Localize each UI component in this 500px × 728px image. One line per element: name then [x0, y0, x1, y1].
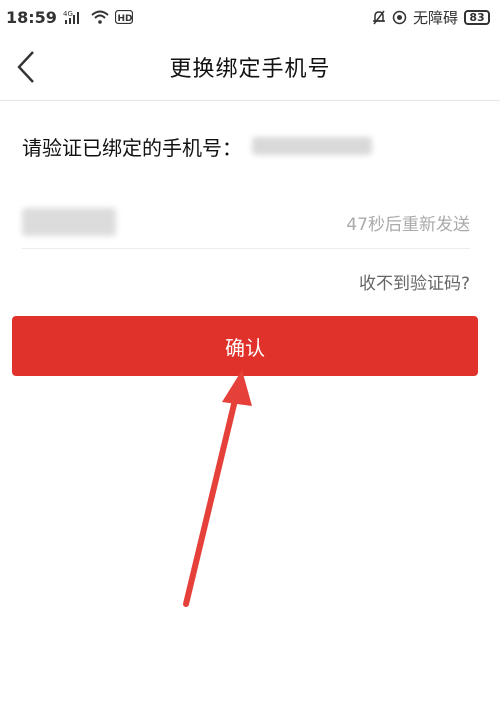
chevron-left-icon [17, 51, 34, 83]
bound-phone-number-blurred [252, 137, 372, 155]
page-title: 更换绑定手机号 [169, 57, 331, 82]
status-left: 18:59 4G HD [6, 8, 133, 27]
clock: 18:59 [6, 7, 57, 27]
nav-bar: 更换绑定手机号 [0, 34, 500, 101]
verify-prompt: 请验证已绑定的手机号： [22, 135, 242, 160]
accessibility-label: 无障碍 [412, 8, 458, 27]
verification-code-input[interactable] [22, 208, 116, 236]
network-type-label: 4G [63, 10, 73, 18]
silent-bell-icon [372, 10, 386, 25]
verification-code-row: 47秒后重新发送 [22, 196, 470, 249]
hd-label: HD [117, 14, 132, 24]
verify-phone-row: 请验证已绑定的手机号： [22, 128, 372, 164]
back-button[interactable] [6, 47, 46, 87]
hd-icon: HD [114, 10, 133, 24]
confirm-button[interactable]: 确认 [12, 316, 478, 376]
screen: 18:59 4G HD 无障碍 83 更换绑定手机号 请验证已绑定的手机号： 4… [0, 0, 500, 728]
battery-icon: 83 [464, 9, 490, 25]
alarm-icon [392, 10, 407, 25]
wifi-icon [91, 10, 109, 24]
status-bar: 18:59 4G HD 无障碍 83 [0, 0, 500, 34]
signal-icon: 4G [63, 9, 85, 25]
resend-countdown: 47秒后重新发送 [346, 214, 470, 235]
no-code-received-link[interactable]: 收不到验证码? [359, 266, 470, 296]
status-right: 无障碍 83 [372, 7, 490, 28]
